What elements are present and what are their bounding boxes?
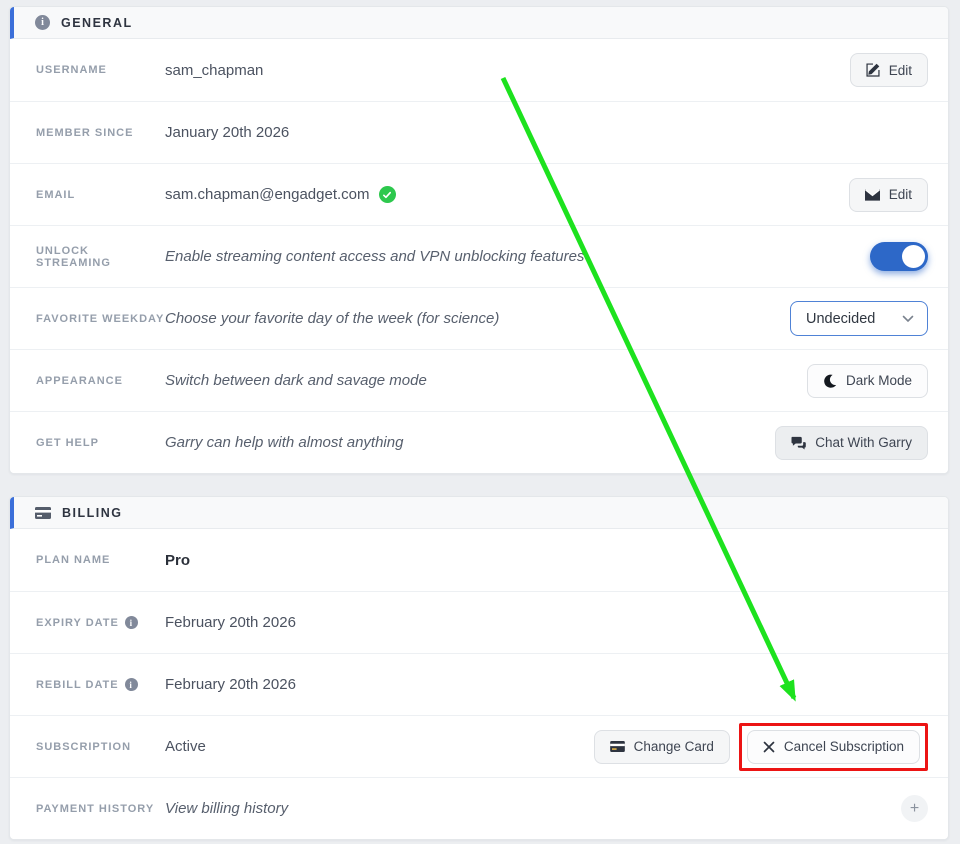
appearance-row: APPEARANCE Switch between dark and savag…	[10, 349, 948, 411]
check-circle-icon	[379, 186, 396, 203]
member-since-row: MEMBER SINCE January 20th 2026	[10, 101, 948, 163]
favorite-weekday-selected: Undecided	[806, 311, 875, 327]
unlock-streaming-label: UNLOCK STREAMING	[36, 245, 165, 269]
unlock-streaming-row: UNLOCK STREAMING Enable streaming conten…	[10, 225, 948, 287]
favorite-weekday-select[interactable]: Undecided	[790, 301, 928, 336]
edit-email-button[interactable]: Edit	[849, 178, 928, 212]
general-section: i GENERAL USERNAME sam_chapman Edit MEMB…	[9, 6, 949, 474]
plan-name-label: PLAN NAME	[36, 554, 165, 566]
unlock-streaming-toggle[interactable]	[870, 242, 928, 271]
email-row: EMAIL sam.chapman@engadget.com Edit	[10, 163, 948, 225]
rebill-date-row: REBILL DATE i February 20th 2026	[10, 653, 948, 715]
favorite-weekday-description: Choose your favorite day of the week (fo…	[165, 310, 499, 327]
payment-history-row: PAYMENT HISTORY View billing history +	[10, 777, 948, 839]
billing-section: BILLING PLAN NAME Pro EXPIRY DATE i Febr…	[9, 496, 949, 840]
credit-card-icon	[610, 741, 625, 752]
chat-with-garry-button[interactable]: Chat With Garry	[775, 426, 928, 460]
rebill-date-value: February 20th 2026	[165, 676, 296, 693]
payment-history-label: PAYMENT HISTORY	[36, 803, 165, 815]
member-since-value: January 20th 2026	[165, 124, 289, 141]
plan-name-row: PLAN NAME Pro	[10, 529, 948, 591]
billing-section-title: BILLING	[62, 506, 123, 520]
subscription-row: SUBSCRIPTION Active Change Card Cancel S…	[10, 715, 948, 777]
expiry-date-value: February 20th 2026	[165, 614, 296, 631]
unlock-streaming-description: Enable streaming content access and VPN …	[165, 248, 584, 265]
general-section-title: GENERAL	[61, 16, 133, 30]
info-circle-icon[interactable]: i	[125, 616, 138, 629]
moon-icon	[823, 374, 837, 388]
payment-history-description: View billing history	[165, 800, 288, 817]
username-label: USERNAME	[36, 64, 165, 76]
cancel-subscription-button[interactable]: Cancel Subscription	[747, 730, 920, 764]
x-icon	[763, 741, 775, 753]
chat-with-garry-label: Chat With Garry	[815, 435, 912, 450]
credit-card-icon	[35, 507, 51, 519]
get-help-label: GET HELP	[36, 437, 165, 449]
username-value: sam_chapman	[165, 62, 263, 79]
envelope-icon	[865, 189, 880, 201]
cancel-subscription-label: Cancel Subscription	[784, 739, 904, 754]
plan-name-value: Pro	[165, 552, 190, 569]
favorite-weekday-label: FAVORITE WEEKDAY	[36, 313, 165, 325]
rebill-date-label-text: REBILL DATE	[36, 679, 119, 691]
pencil-square-icon	[866, 63, 880, 77]
account-settings-page: i GENERAL USERNAME sam_chapman Edit MEMB…	[0, 0, 960, 840]
favorite-weekday-row: FAVORITE WEEKDAY Choose your favorite da…	[10, 287, 948, 349]
general-section-header: i GENERAL	[10, 7, 948, 39]
plus-icon[interactable]: +	[901, 795, 928, 822]
expiry-date-row: EXPIRY DATE i February 20th 2026	[10, 591, 948, 653]
change-card-label: Change Card	[634, 739, 714, 754]
billing-section-header: BILLING	[10, 497, 948, 529]
subscription-value: Active	[165, 738, 206, 755]
rebill-date-label: REBILL DATE i	[36, 678, 165, 691]
chat-bubbles-icon	[791, 436, 806, 450]
edit-email-label: Edit	[889, 187, 912, 202]
appearance-label: APPEARANCE	[36, 375, 165, 387]
get-help-row: GET HELP Garry can help with almost anyt…	[10, 411, 948, 473]
dark-mode-button[interactable]: Dark Mode	[807, 364, 928, 398]
expiry-date-label: EXPIRY DATE i	[36, 616, 165, 629]
info-circle-icon[interactable]: i	[125, 678, 138, 691]
dark-mode-label: Dark Mode	[846, 373, 912, 388]
member-since-label: MEMBER SINCE	[36, 127, 165, 139]
username-row: USERNAME sam_chapman Edit	[10, 39, 948, 101]
edit-username-button[interactable]: Edit	[850, 53, 928, 87]
email-label: EMAIL	[36, 189, 165, 201]
red-highlight-box: Cancel Subscription	[739, 723, 928, 771]
email-value: sam.chapman@engadget.com	[165, 186, 396, 203]
chevron-down-icon	[902, 315, 914, 323]
email-address: sam.chapman@engadget.com	[165, 186, 370, 203]
expiry-date-label-text: EXPIRY DATE	[36, 617, 119, 629]
get-help-description: Garry can help with almost anything	[165, 434, 403, 451]
toggle-knob	[902, 245, 925, 268]
info-circle-icon: i	[35, 15, 50, 30]
appearance-description: Switch between dark and savage mode	[165, 372, 427, 389]
edit-username-label: Edit	[889, 63, 912, 78]
subscription-label: SUBSCRIPTION	[36, 741, 165, 753]
change-card-button[interactable]: Change Card	[594, 730, 730, 764]
